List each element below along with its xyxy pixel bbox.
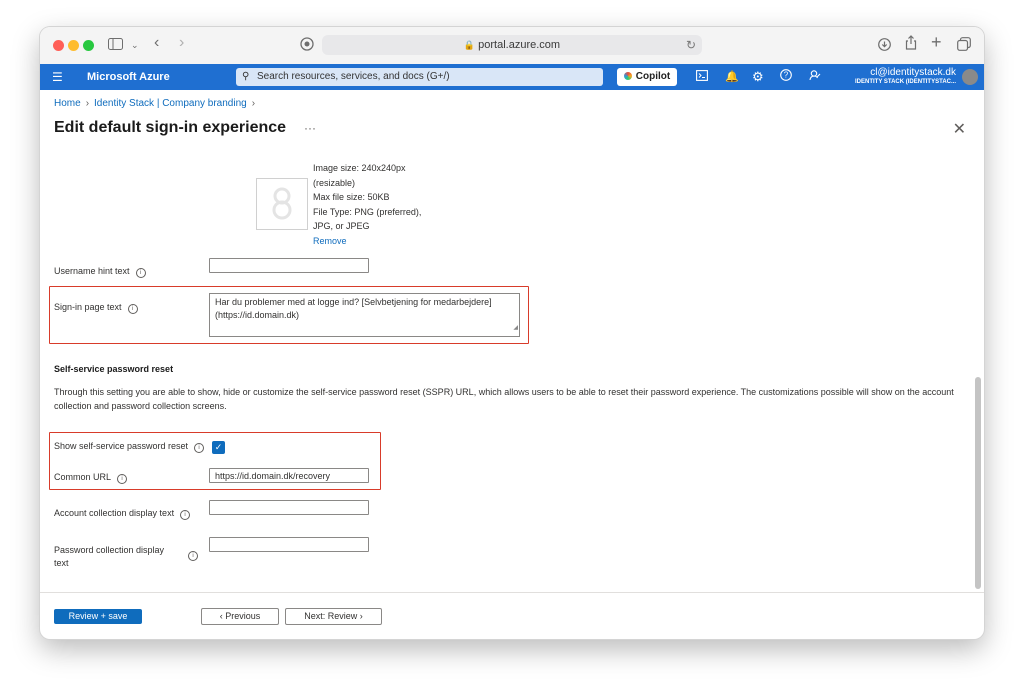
search-placeholder: Search resources, services, and docs (G+…	[257, 71, 450, 82]
notifications-bell-icon[interactable]: 🔔	[725, 64, 739, 90]
account-collection-label: Account collection display text	[54, 508, 175, 518]
settings-gear-icon[interactable]: ⚙	[752, 64, 764, 90]
next-review-button[interactable]: Next: Review ›	[285, 608, 382, 625]
info-icon[interactable]: i	[127, 304, 138, 314]
signin-text-line: Har du problemer med at logge ind? [Selv…	[215, 297, 492, 307]
breadcrumb-separator-icon: ›	[251, 98, 256, 109]
chevron-right-icon: ›	[357, 611, 363, 621]
common-url-input[interactable]: https://id.domain.dk/recovery	[209, 468, 369, 483]
review-save-button[interactable]: Review + save	[54, 609, 142, 624]
image-requirement-line: Max file size: 50KB	[313, 192, 390, 202]
breadcrumb-tenant[interactable]: Identity Stack | Company branding	[94, 98, 247, 109]
azure-top-bar: ☰ Microsoft Azure ⚲ Search resources, se…	[40, 64, 984, 90]
previous-label: Previous	[225, 611, 261, 621]
image-requirement-line: File Type: PNG (preferred),	[313, 206, 422, 217]
password-collection-label-line: text	[54, 558, 69, 568]
image-placeholder-icon	[272, 187, 292, 220]
lock-icon: 🔒	[463, 40, 476, 50]
copilot-button[interactable]: Copilot	[617, 68, 677, 86]
help-icon[interactable]: ?	[780, 64, 792, 90]
address-bar[interactable]: 🔒 portal.azure.com ↻	[322, 35, 702, 55]
resize-grip-icon[interactable]: ◢	[513, 322, 518, 335]
zoom-window-dot[interactable]	[83, 40, 94, 51]
url-text: portal.azure.com	[478, 39, 561, 51]
chevron-down-icon[interactable]: ⌄	[131, 36, 139, 54]
show-sspr-label-row: Show self-service password reset i	[54, 440, 205, 453]
back-icon[interactable]: ‹	[154, 34, 159, 52]
show-sspr-label: Show self-service password reset	[54, 441, 189, 451]
previous-button[interactable]: ‹ Previous	[201, 608, 279, 625]
section-description: Through this setting you are able to sho…	[54, 387, 954, 411]
browser-window: ⌄ ‹ › 🔒 portal.azure.com ↻ + ☰ Microsoft …	[40, 27, 984, 639]
browser-toolbar: ⌄ ‹ › 🔒 portal.azure.com ↻ +	[40, 27, 984, 65]
section-heading: Self-service password reset	[54, 364, 174, 374]
username-hint-label-row: Username hint text i	[54, 265, 146, 278]
breadcrumb: Home › Identity Stack | Company branding ›	[54, 98, 260, 109]
copilot-icon	[623, 72, 632, 80]
info-icon[interactable]: i	[180, 510, 191, 520]
info-icon[interactable]: i	[117, 474, 128, 484]
copilot-label: Copilot	[635, 71, 671, 82]
signin-text-label: Sign-in page text	[54, 302, 122, 312]
svg-text:?: ?	[784, 71, 789, 80]
vertical-scrollbar[interactable]	[975, 377, 981, 589]
image-requirements: Image size: 240x240px (resizable) Max fi…	[313, 161, 421, 234]
next-label: Next: Review	[304, 611, 358, 621]
password-collection-label-line: Password collection display	[54, 545, 165, 555]
privacy-report-icon[interactable]	[300, 37, 314, 55]
azure-brand[interactable]: Microsoft Azure	[87, 64, 170, 90]
page-title: Edit default sign-in experience	[54, 119, 287, 136]
username-hint-label: Username hint text	[54, 266, 130, 276]
remove-image-link[interactable]: Remove	[313, 236, 347, 246]
password-collection-input[interactable]	[209, 537, 369, 552]
password-collection-label: Password collection display text	[54, 544, 164, 570]
tab-overview-icon[interactable]	[957, 37, 971, 55]
close-window-dot[interactable]	[53, 40, 64, 51]
account-org: IDENTITY STACK (IDENTITYSTAC...	[854, 79, 956, 85]
new-tab-icon[interactable]: +	[931, 33, 942, 51]
cloud-shell-icon[interactable]	[696, 64, 708, 90]
more-options-icon[interactable]: ···	[304, 121, 316, 135]
sidebar-toggle-icon[interactable]	[108, 36, 123, 54]
download-icon[interactable]	[878, 37, 891, 55]
breadcrumb-home[interactable]: Home	[54, 98, 81, 109]
signin-text-line: (https://id.domain.dk)	[215, 310, 300, 320]
search-icon: ⚲	[242, 71, 250, 82]
info-icon[interactable]: i	[194, 443, 205, 453]
share-icon[interactable]	[905, 35, 917, 54]
common-url-label: Common URL	[54, 472, 112, 482]
signin-text-label-row: Sign-in page text i	[54, 301, 138, 314]
image-requirement-line: (resizable)	[313, 177, 356, 188]
account-collection-label-row: Account collection display text i	[54, 507, 191, 520]
reload-icon[interactable]: ↻	[686, 35, 696, 55]
info-icon[interactable]: i	[135, 268, 146, 278]
forward-icon[interactable]: ›	[179, 34, 184, 52]
image-requirement-line: JPG, or JPEG	[313, 221, 370, 231]
account-user: cl@identitystack.dk	[870, 67, 956, 78]
feedback-icon[interactable]	[809, 64, 821, 90]
minimize-window-dot[interactable]	[68, 40, 79, 51]
image-requirement-line: Image size: 240x240px	[313, 163, 406, 173]
square-logo-preview	[256, 178, 308, 230]
hamburger-menu-icon[interactable]: ☰	[52, 64, 63, 90]
account-collection-input[interactable]	[209, 500, 369, 515]
signin-text-textarea[interactable]: Har du problemer med at logge ind? [Selv…	[209, 293, 520, 337]
avatar[interactable]	[962, 69, 978, 85]
global-search-input[interactable]: ⚲ Search resources, services, and docs (…	[236, 68, 603, 86]
close-icon[interactable]: ✕	[953, 119, 966, 139]
common-url-label-row: Common URL i	[54, 471, 128, 484]
username-hint-input[interactable]	[209, 258, 369, 273]
footer-divider	[40, 592, 984, 593]
account-menu[interactable]: cl@identitystack.dk IDENTITY STACK (IDEN…	[855, 67, 956, 87]
info-icon[interactable]: i	[188, 551, 198, 561]
show-sspr-checkbox[interactable]: ✓	[212, 441, 225, 454]
breadcrumb-separator-icon: ›	[85, 98, 90, 109]
